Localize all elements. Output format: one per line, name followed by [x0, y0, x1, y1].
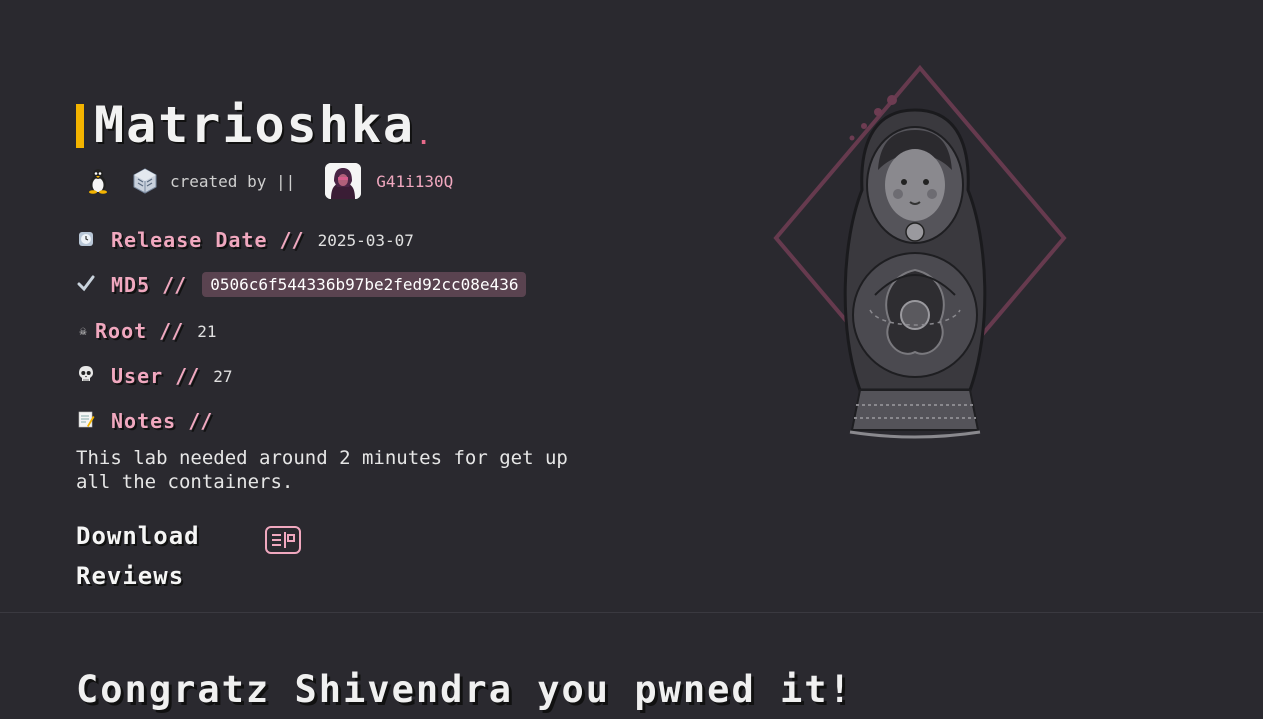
release-date-label: Release Date	[111, 228, 268, 252]
notes-separator: //	[188, 409, 213, 433]
root-label: Root	[95, 319, 148, 343]
skull-crossbones-icon: ☠	[79, 324, 87, 338]
download-archive-icon[interactable]	[265, 526, 301, 554]
congrats-message: Congratz Shivendra you pwned it!	[76, 668, 853, 711]
memo-icon	[77, 410, 95, 432]
clock-icon	[77, 229, 95, 251]
meta-row: created by || G41i130Q	[86, 163, 453, 199]
check-icon	[77, 274, 95, 296]
section-divider	[0, 612, 1263, 613]
title-dot: .	[417, 125, 431, 150]
md5-row: MD5 // 0506c6f544336b97be2fed92cc08e436	[77, 272, 527, 297]
notes-label: Notes	[111, 409, 177, 433]
machine-page: Matrioshka . created by || G41i130Q Rele…	[0, 0, 1263, 719]
matryoshka-doll-illustration	[773, 64, 1067, 439]
release-date-separator: //	[279, 228, 304, 252]
created-by-label: created by ||	[170, 171, 296, 191]
root-row: ☠ Root // 21	[77, 319, 217, 343]
reviews-link[interactable]: Reviews	[76, 562, 184, 590]
virtualbox-icon	[132, 168, 158, 194]
user-value: 27	[213, 366, 233, 386]
md5-separator: //	[162, 272, 187, 297]
md5-label: MD5	[111, 272, 151, 297]
md5-hash-badge[interactable]: 0506c6f544336b97be2fed92cc08e436	[202, 272, 527, 297]
notes-text: This lab needed around 2 minutes for get…	[76, 447, 568, 493]
linux-penguin-icon	[86, 168, 110, 194]
release-date-row: Release Date // 2025-03-07	[77, 228, 414, 252]
user-separator: //	[175, 364, 200, 388]
notes-row: Notes //	[77, 409, 212, 433]
author-name-link[interactable]: G41i130Q	[376, 172, 453, 191]
skull-icon	[77, 365, 95, 387]
author-avatar[interactable]	[325, 163, 362, 199]
user-label: User	[111, 364, 164, 388]
title-row: Matrioshka .	[76, 100, 430, 150]
root-value: 21	[197, 321, 217, 341]
release-date-value: 2025-03-07	[317, 230, 414, 250]
download-link[interactable]: Download	[76, 522, 200, 550]
user-row: User // 27	[77, 364, 233, 388]
title-accent-bar	[76, 104, 84, 148]
root-separator: //	[159, 319, 184, 343]
page-title: Matrioshka	[94, 96, 416, 154]
